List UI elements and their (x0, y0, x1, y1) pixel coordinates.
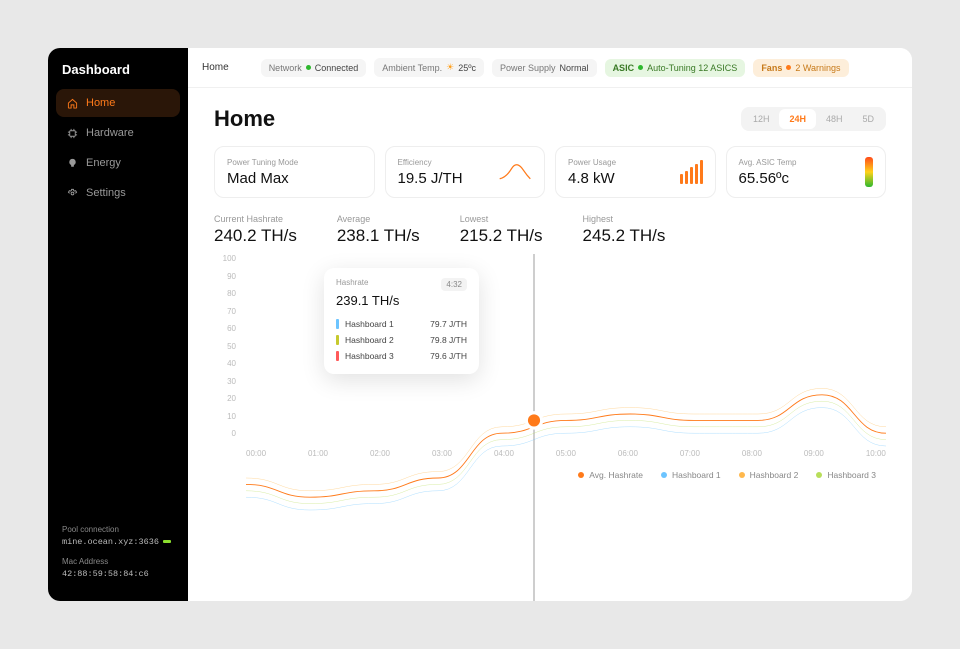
tooltip-time: 4:32 (441, 278, 467, 291)
status-psu: Power Supply Normal (492, 59, 597, 77)
page-title: Home (214, 106, 275, 132)
nav: Home Hardware Energy Settings (48, 89, 188, 207)
mac-label: Mac Address (62, 556, 174, 568)
card-label: Efficiency (398, 158, 463, 167)
status-asic: ASIC Auto-Tuning 12 ASICS (605, 59, 746, 77)
status-fans: Fans 2 Warnings (753, 59, 848, 77)
sidebar-item-hardware[interactable]: Hardware (56, 119, 180, 147)
card-value: 4.8 kW (568, 170, 616, 187)
stat-value: 238.1 TH/s (337, 226, 420, 246)
tooltip-value: 239.1 TH/s (336, 293, 467, 308)
stat-value: 245.2 TH/s (583, 226, 666, 246)
settings-icon (66, 187, 78, 199)
temp-gauge-icon (865, 157, 873, 187)
sidebar-item-label: Hardware (86, 127, 134, 139)
sidebar-item-energy[interactable]: Energy (56, 149, 180, 177)
energy-icon (66, 157, 78, 169)
status-dot-icon (786, 65, 791, 70)
stat-value: 240.2 TH/s (214, 226, 297, 246)
card-efficiency[interactable]: Efficiency 19.5 J/TH (385, 146, 546, 198)
mac-value: 42:88:59:58:84:c6 (62, 568, 174, 581)
card-value: 19.5 J/TH (398, 170, 463, 187)
range-24h[interactable]: 24H (779, 109, 816, 129)
sidebar-title: Dashboard (48, 62, 188, 89)
main: Home Network Connected Ambient Temp. ☀ 2… (188, 48, 912, 601)
pool-value: mine.ocean.xyz:3636 (62, 536, 174, 549)
stat-label: Highest (583, 214, 666, 224)
card-label: Power Tuning Mode (227, 158, 298, 167)
home-icon (66, 97, 78, 109)
card-tuning-mode[interactable]: Power Tuning Mode Mad Max (214, 146, 375, 198)
topbar: Home Network Connected Ambient Temp. ☀ 2… (188, 48, 912, 88)
stat-label: Average (337, 214, 420, 224)
sidebar: Dashboard Home Hardware Energy Settings … (48, 48, 188, 601)
card-asic-temp[interactable]: Avg. ASIC Temp 65.56ºc (726, 146, 887, 198)
sidebar-item-home[interactable]: Home (56, 89, 180, 117)
tooltip-row: Hashboard 379.6 J/TH (336, 348, 467, 364)
breadcrumb[interactable]: Home (202, 62, 237, 73)
range-12h[interactable]: 12H (743, 109, 780, 129)
sun-icon: ☀ (446, 62, 454, 73)
pool-status-dot (163, 540, 171, 543)
card-label: Power Usage (568, 158, 616, 167)
chart-tooltip: Hashrate 4:32 239.1 TH/s Hashboard 179.7… (324, 268, 479, 374)
tooltip-row: Hashboard 179.7 J/TH (336, 316, 467, 332)
card-value: 65.56ºc (739, 170, 797, 187)
sidebar-item-label: Energy (86, 157, 121, 169)
sidebar-footer: Pool connection mine.ocean.xyz:3636 Mac … (48, 524, 188, 590)
range-5d[interactable]: 5D (852, 109, 884, 129)
stat-label: Lowest (460, 214, 543, 224)
stat-value: 215.2 TH/s (460, 226, 543, 246)
power-bars-icon (680, 160, 703, 184)
status-ambient-temp: Ambient Temp. ☀ 25ºc (374, 58, 484, 77)
tooltip-label: Hashrate (336, 278, 368, 287)
stat-label: Current Hashrate (214, 214, 297, 224)
content: Home 12H 24H 48H 5D Power Tuning Mode Ma… (188, 88, 912, 601)
sidebar-item-label: Settings (86, 187, 126, 199)
status-network: Network Connected (261, 59, 367, 77)
x-axis: 00:0001:0002:0003:0004:0005:0006:0007:00… (246, 449, 886, 458)
sidebar-item-label: Home (86, 97, 115, 109)
time-range-switch: 12H 24H 48H 5D (741, 107, 886, 131)
hashrate-chart[interactable]: 1009080706050403020100 00:0001:0002:0003… (214, 254, 886, 464)
card-power-usage[interactable]: Power Usage 4.8 kW (555, 146, 716, 198)
sidebar-item-settings[interactable]: Settings (56, 179, 180, 207)
hashrate-stats: Current Hashrate 240.2 TH/s Average 238.1 … (214, 214, 886, 246)
tooltip-row: Hashboard 279.8 J/TH (336, 332, 467, 348)
status-dot-icon (638, 65, 643, 70)
range-48h[interactable]: 48H (816, 109, 853, 129)
hardware-icon (66, 127, 78, 139)
pool-label: Pool connection (62, 524, 174, 536)
status-dot-icon (306, 65, 311, 70)
card-label: Avg. ASIC Temp (739, 158, 797, 167)
card-value: Mad Max (227, 170, 298, 187)
y-axis: 1009080706050403020100 (214, 254, 242, 438)
efficiency-spark-icon (498, 160, 532, 184)
